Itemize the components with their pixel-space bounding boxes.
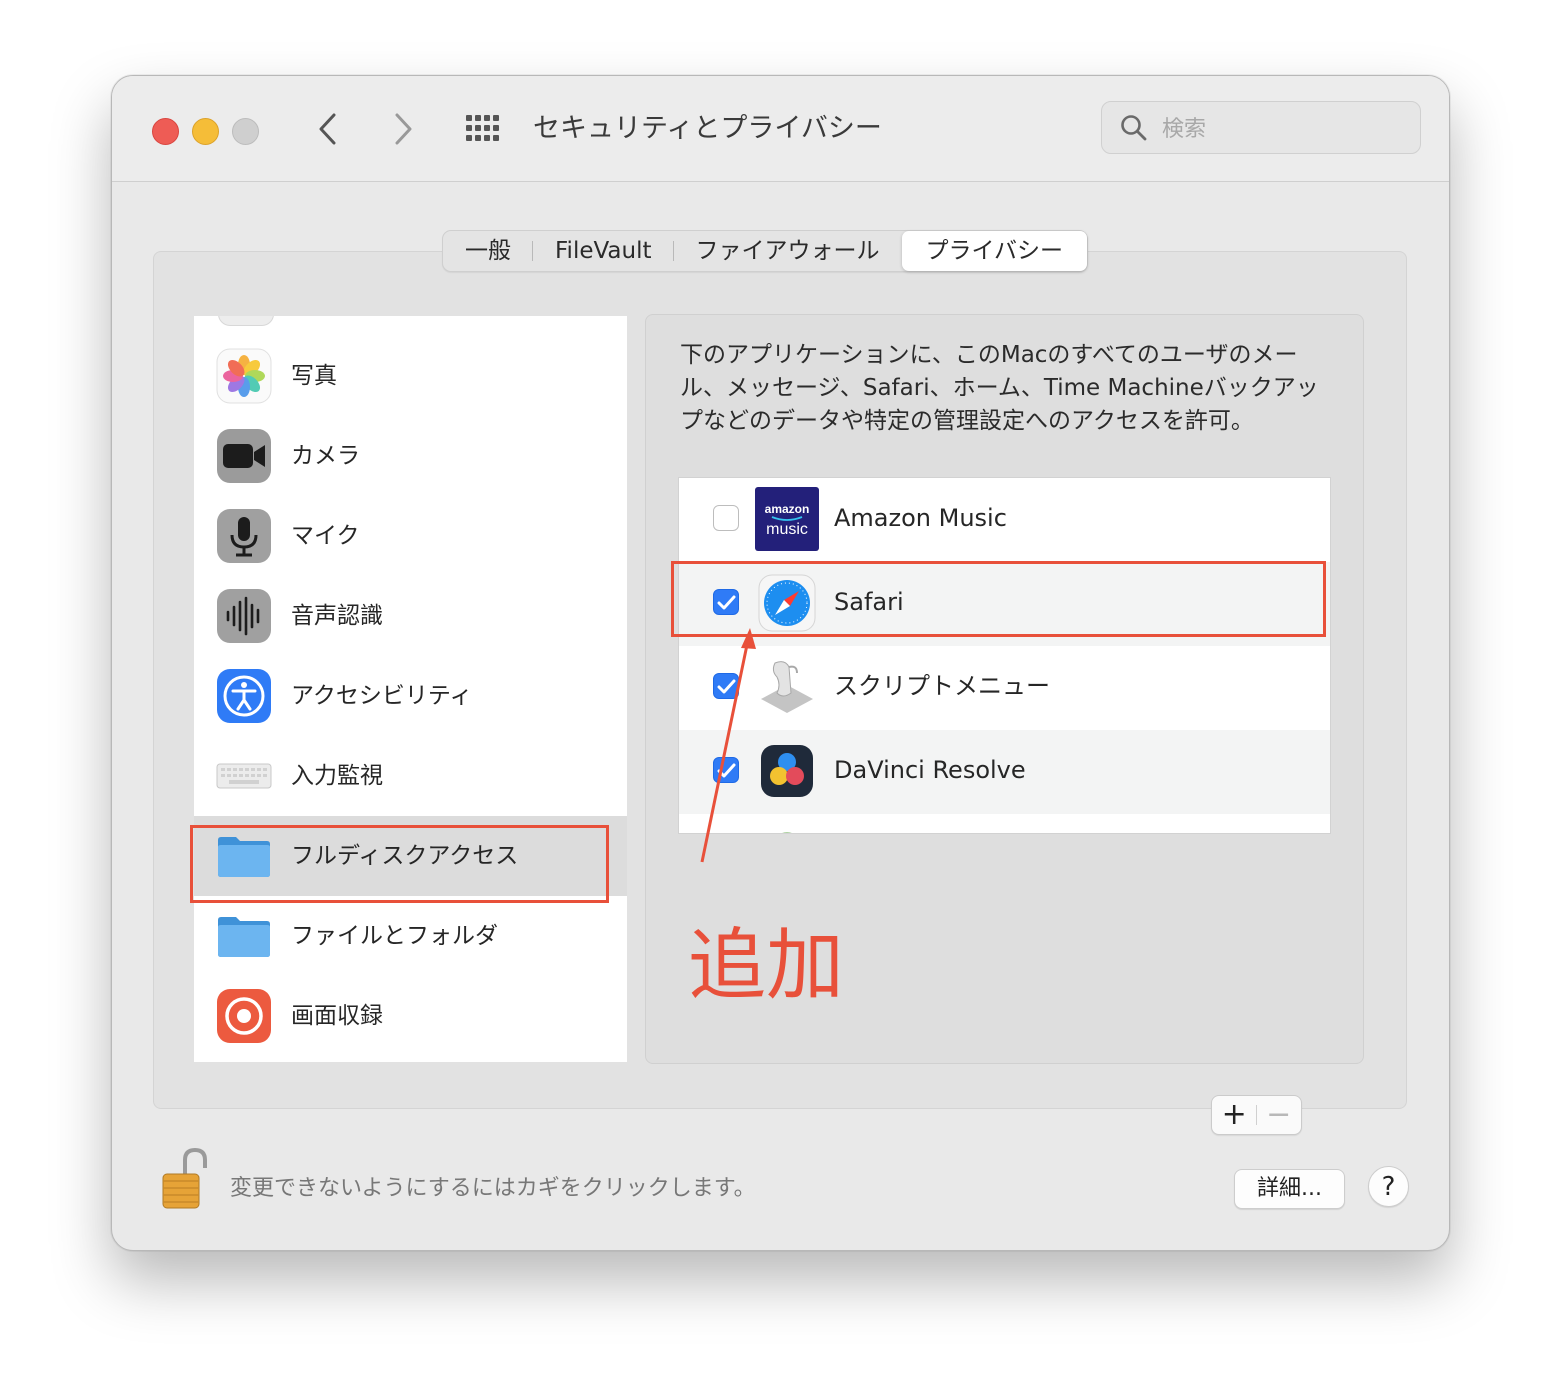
annotation-add-label: 追加 — [688, 921, 845, 1011]
access-description: 下のアプリケーションに、このMacのすべてのユーザのメール、メッセージ、Safa… — [680, 342, 1319, 434]
sidebar-item-camera[interactable]: カメラ — [194, 416, 627, 496]
camera-icon — [217, 429, 271, 483]
checkmark-icon — [717, 763, 736, 778]
microphone-icon — [217, 509, 271, 563]
show-all-grid-icon[interactable] — [464, 113, 504, 145]
sidebar-item-label: 画面収録 — [291, 1003, 383, 1029]
sidebar-item-speech-recognition[interactable]: 音声認識 — [194, 576, 627, 656]
amazon-icon-text-bottom: music — [766, 521, 808, 538]
tab-filevault[interactable]: FileVault — [533, 231, 674, 271]
sidebar-item-label: カメラ — [291, 443, 360, 469]
app-row-amazon-music[interactable]: amazon music Amazon Music — [679, 478, 1330, 562]
annotation-highlight-safari — [671, 561, 1326, 637]
chevron-left-icon — [319, 113, 336, 145]
sidebar-item-files-and-folders[interactable]: ファイルとフォルダ — [194, 896, 627, 976]
title-bar: セキュリティとプライバシー — [112, 76, 1449, 182]
minimize-button[interactable] — [192, 118, 219, 145]
keyboard-icon — [216, 763, 272, 789]
add-app-button[interactable]: + — [1212, 1096, 1257, 1134]
search-input[interactable] — [1160, 110, 1404, 148]
screen-recording-icon — [217, 989, 271, 1043]
window-title: セキュリティとプライバシー — [533, 113, 882, 144]
app-checkbox[interactable] — [713, 673, 739, 699]
speech-recognition-icon — [217, 589, 271, 643]
sidebar-item-input-monitoring[interactable]: 入力監視 — [194, 736, 627, 816]
sidebar-item-label: 写真 — [291, 363, 337, 389]
app-list[interactable]: amazon music Amazon Music Safari スクリプトメニ… — [678, 477, 1331, 834]
sidebar-item-photos[interactable]: 写真 — [194, 336, 627, 416]
davinci-resolve-icon — [761, 745, 813, 797]
folder-icon — [218, 917, 270, 957]
lock-open-icon[interactable] — [159, 1146, 211, 1212]
accessibility-icon — [217, 669, 271, 723]
app-row-partial[interactable] — [679, 814, 1330, 833]
sidebar-item-label: 入力監視 — [291, 763, 383, 789]
partial-app-icon — [782, 832, 792, 833]
checkmark-icon — [717, 679, 736, 694]
app-name: DaVinci Resolve — [834, 756, 1026, 784]
sidebar-item-screen-recording[interactable]: 画面収録 — [194, 976, 627, 1056]
chevron-right-icon — [395, 113, 412, 145]
add-remove-control: + − — [1211, 1095, 1302, 1135]
close-button[interactable] — [152, 118, 179, 145]
sidebar-item-label: ファイルとフォルダ — [291, 923, 498, 949]
app-row-davinci-resolve[interactable]: DaVinci Resolve — [679, 730, 1330, 814]
sidebar-item-label: 音声認識 — [291, 603, 383, 629]
tab-general[interactable]: 一般 — [443, 231, 533, 271]
details-button[interactable]: 詳細... — [1234, 1169, 1345, 1209]
sidebar-item-microphone[interactable]: マイク — [194, 496, 627, 576]
zoom-button[interactable] — [232, 118, 259, 145]
annotation-highlight-full-disk — [190, 825, 609, 903]
search-icon — [1121, 115, 1147, 141]
app-row-script-menu[interactable]: スクリプトメニュー — [679, 646, 1330, 730]
amazon-music-icon: amazon music — [755, 487, 819, 551]
app-name: Amazon Music — [834, 504, 1007, 532]
sidebar-item-label: マイク — [291, 523, 360, 549]
back-button[interactable] — [308, 106, 348, 152]
tab-privacy[interactable]: プライバシー — [901, 231, 1088, 271]
sidebar-item-label: アクセシビリティ — [291, 683, 473, 709]
app-checkbox[interactable] — [713, 505, 739, 531]
sidebar-item-accessibility[interactable]: アクセシビリティ — [194, 656, 627, 736]
help-button[interactable]: ? — [1368, 1166, 1409, 1207]
search-field[interactable] — [1101, 101, 1421, 154]
photos-icon — [216, 348, 272, 404]
forward-button[interactable] — [383, 106, 423, 152]
privacy-category-list[interactable]: 写真 カメラ マイク 音声認識 アクセシビリティ 入力監視 フルディスクアクセス… — [194, 316, 627, 1062]
app-name: スクリプトメニュー — [834, 672, 1050, 700]
app-checkbox[interactable] — [713, 757, 739, 783]
amazon-icon-text-top: amazon — [765, 502, 810, 516]
lock-hint-text: 変更できないようにするにはカギをクリックします。 — [230, 1176, 756, 1201]
tab-firewall[interactable]: ファイアウォール — [674, 231, 902, 271]
scrolled-item-icon — [218, 316, 274, 326]
remove-app-button[interactable]: − — [1257, 1096, 1302, 1134]
tab-bar: 一般 FileVault ファイアウォール プライバシー — [442, 230, 1089, 272]
preferences-window: セキュリティとプライバシー 一般 FileVault ファイアウォール プライバ… — [111, 75, 1450, 1251]
script-menu-icon — [761, 661, 813, 713]
